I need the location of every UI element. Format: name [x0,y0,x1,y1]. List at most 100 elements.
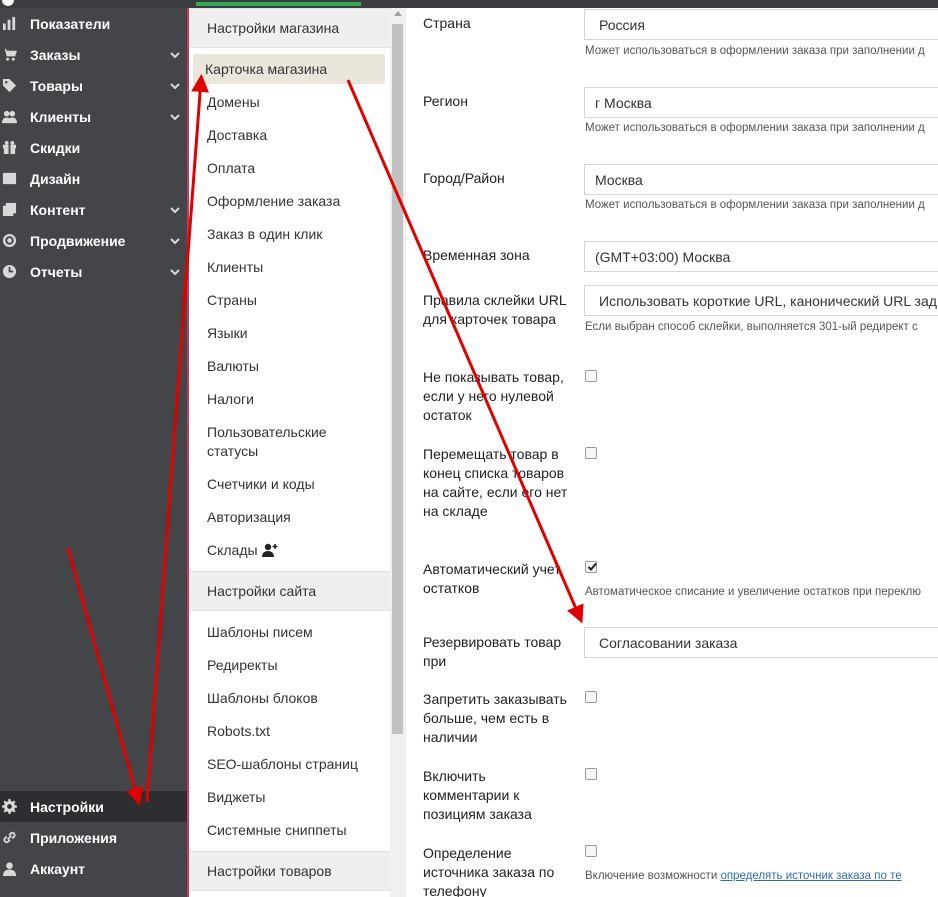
chevron-down-icon[interactable] [163,81,187,91]
auto-stock-hint: Автоматическое списание и увеличение ост… [585,586,921,598]
scrollbar-thumb[interactable] [392,24,403,734]
copy-icon [0,202,30,217]
country-select[interactable]: Россия [584,9,938,40]
target-icon [0,233,30,248]
section-header-store-settings: Настройки магазина [189,8,390,48]
submenu-item-label: Склады [207,542,258,558]
nav-item-discounts[interactable]: Скидки [0,132,187,163]
city-input[interactable]: Москва [584,164,938,195]
phone-source-link[interactable]: определять источник заказа по те [720,870,901,882]
submenu-item-auth[interactable]: Авторизация [207,508,291,527]
submenu-item-system-snippets[interactable]: Системные сниппеты [207,821,347,840]
nav-item-account[interactable]: Аккаунт [0,853,187,884]
country-hint: Может использоваться в оформлении заказа… [585,45,925,57]
city-label: Город/Район [423,170,505,186]
auto-stock-checkbox[interactable] [585,561,597,573]
order-comments-checkbox[interactable] [585,768,597,780]
phone-source-checkbox[interactable] [585,845,597,857]
url-rules-label: Правила склейки URL для карточек товара [423,292,567,327]
nav-item-label: Контент [30,201,86,218]
phone-source-label: Определение источника заказа по телефону [423,845,555,897]
store-card-form: Страна Россия Может использоваться в офо… [406,8,938,897]
submenu-item-payment[interactable]: Оплата [207,159,255,178]
submenu-item-currencies[interactable]: Валюты [207,357,259,376]
submenu-item-taxes[interactable]: Налоги [207,390,254,409]
chevron-down-icon[interactable] [163,236,187,246]
nav-item-reports[interactable]: Отчеты [0,256,187,287]
scroll-up-arrow-icon[interactable] [394,11,402,16]
move-to-end-checkbox[interactable] [585,447,597,459]
submenu-item-languages[interactable]: Языки [207,324,248,343]
submenu-item-robots[interactable]: Robots.txt [207,722,270,741]
submenu-item-one-click[interactable]: Заказ в один клик [207,225,322,244]
nav-item-design[interactable]: Дизайн [0,163,187,194]
submenu-item-custom-statuses[interactable]: Пользовательские статусы [207,423,347,461]
nav-item-products[interactable]: Товары [0,70,187,101]
chevron-down-icon[interactable] [163,50,187,60]
top-strip [0,0,938,8]
reserve-label: Резервировать товар при [423,634,562,669]
reserve-select[interactable]: Согласовании заказа [584,627,938,658]
nav-item-label: Заказы [30,46,81,63]
nav-item-promotion[interactable]: Продвижение [0,225,187,256]
phone-source-hint: Включение возможности определять источни… [585,870,902,882]
region-hint: Может использоваться в оформлении заказа… [585,122,925,134]
gear-icon [0,799,30,814]
tag-icon [0,78,30,93]
nav-item-label: Клиенты [30,108,92,125]
region-input[interactable]: г Москва [584,87,938,118]
submenu-item-countries[interactable]: Страны [207,291,257,310]
submenu-item-email-templates[interactable]: Шаблоны писем [207,623,313,642]
section-header-site-settings: Настройки сайта [189,571,390,611]
image-icon [0,171,30,186]
chevron-down-icon[interactable] [163,205,187,215]
auto-stock-label: Автоматический учет остатков [423,561,561,596]
submenu-item-clients[interactable]: Клиенты [207,258,263,277]
nav-item-apps[interactable]: Приложения [0,822,187,853]
bar-chart-icon [0,16,30,31]
hide-zero-stock-checkbox[interactable] [585,370,597,382]
submenu-item-warehouses[interactable]: Склады [207,541,278,562]
nav-item-label: Аккаунт [30,860,86,877]
submenu-item-block-templates[interactable]: Шаблоны блоков [207,689,318,708]
submenu-item-domains[interactable]: Домены [207,93,260,112]
phone-source-hint-text: Включение возможности [585,870,721,882]
country-label: Страна [423,15,471,31]
user-plus-icon [261,543,278,562]
chevron-down-icon[interactable] [163,112,187,122]
nav-item-settings[interactable]: Настройки [0,791,187,822]
chevron-down-icon[interactable] [163,267,187,277]
nav-item-label: Показатели [30,15,111,32]
hide-zero-stock-label: Не показывать товар, если у него нулевой… [423,369,564,423]
link-icon [0,830,30,845]
submenu-item-checkout[interactable]: Оформление заказа [207,192,340,211]
submenu-item-widgets[interactable]: Виджеты [207,788,266,807]
users-icon [0,109,30,124]
url-rules-hint: Если выбран способ склейки, выполняется … [585,321,918,333]
submenu-item-counters[interactable]: Счетчики и коды [207,475,315,494]
nav-item-label: Товары [30,77,83,94]
submenu-item-redirects[interactable]: Редиректы [207,656,278,675]
nav-item-label: Приложения [30,829,118,846]
timezone-label: Временная зона [423,247,530,263]
submenu-item-seo-templates[interactable]: SEO-шаблоны страниц [207,755,358,774]
nav-item-clients[interactable]: Клиенты [0,101,187,132]
nav-item-orders[interactable]: Заказы [0,39,187,70]
user-icon [0,861,30,876]
nav-item-label: Дизайн [30,170,81,187]
checkmark-icon [587,562,597,571]
timezone-select[interactable]: (GMT+03:00) Москва [584,241,938,272]
submenu-item-delivery[interactable]: Доставка [207,126,267,145]
nav-item-indicators[interactable]: Показатели [0,8,187,39]
nav-item-label: Отчеты [30,263,83,280]
url-rules-select[interactable]: Использовать короткие URL, канонический … [584,285,938,316]
nav-item-label: Настройки [30,798,104,815]
submenu-item-store-card[interactable]: Карточка магазина [193,54,385,84]
nav-item-label: Продвижение [30,232,126,249]
forbid-overorder-checkbox[interactable] [585,691,597,703]
nav-item-content[interactable]: Контент [0,194,187,225]
forbid-overorder-label: Запретить заказывать больше, чем есть в … [423,691,567,745]
region-label: Регион [423,93,468,109]
order-comments-label: Включить комментарии к позициям заказа [423,768,532,822]
settings-submenu: Настройки магазина Карточка магазина Дом… [187,8,390,897]
